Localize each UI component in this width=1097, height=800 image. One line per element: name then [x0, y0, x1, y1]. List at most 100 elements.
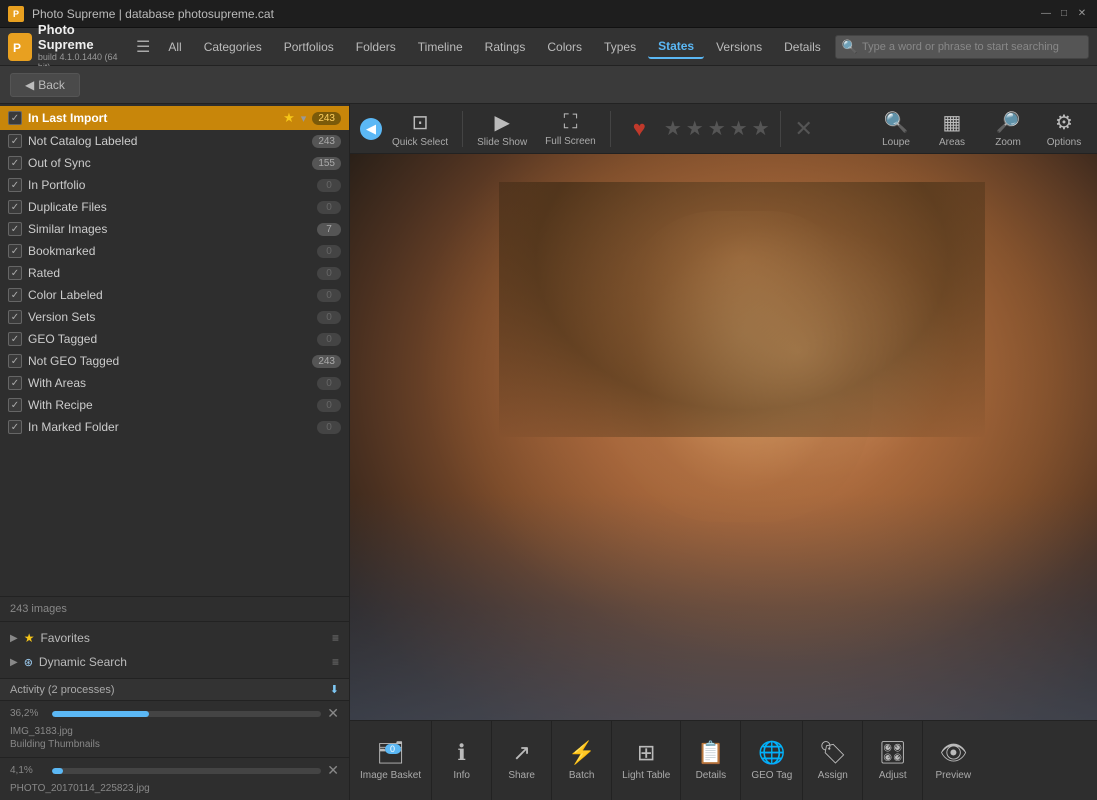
- light-table-button[interactable]: ⊞ Light Table: [612, 721, 681, 800]
- progress-close-2[interactable]: ✕: [327, 762, 339, 779]
- tab-timeline[interactable]: Timeline: [408, 36, 473, 58]
- state-item-not-geo-tagged[interactable]: Not GEO Tagged 243: [0, 350, 349, 372]
- state-item-in-marked-folder[interactable]: In Marked Folder 0: [0, 416, 349, 438]
- state-item-version-sets[interactable]: Version Sets 0: [0, 306, 349, 328]
- progress-section-2: 4,1% ✕ PHOTO_20170114_225823.jpg: [0, 757, 349, 800]
- maximize-button[interactable]: □: [1057, 7, 1071, 21]
- state-checkbox-with-areas[interactable]: [8, 376, 22, 390]
- state-item-geo-tagged[interactable]: GEO Tagged 0: [0, 328, 349, 350]
- tab-categories[interactable]: Categories: [194, 36, 272, 58]
- portrait-glow: [350, 154, 1097, 720]
- state-item-not-catalog-labeled[interactable]: Not Catalog Labeled 243: [0, 130, 349, 152]
- progress-close-1[interactable]: ✕: [327, 705, 339, 722]
- state-checkbox-version-sets[interactable]: [8, 310, 22, 324]
- minimize-button[interactable]: —: [1039, 7, 1053, 21]
- dynamic-search-menu-icon[interactable]: ≡: [332, 655, 339, 669]
- tab-ratings[interactable]: Ratings: [475, 36, 536, 58]
- zoom-icon: 🔎: [996, 110, 1021, 135]
- state-checkbox-in-portfolio[interactable]: [8, 178, 22, 192]
- state-checkbox-rated[interactable]: [8, 266, 22, 280]
- activity-bar: Activity (2 processes) ⬇: [0, 678, 349, 700]
- preview-button[interactable]: 👁 Preview: [923, 721, 983, 800]
- tab-colors[interactable]: Colors: [537, 36, 592, 58]
- state-checkbox-not-geo-tagged[interactable]: [8, 354, 22, 368]
- state-checkbox-not-catalog-labeled[interactable]: [8, 134, 22, 148]
- top-toolbar: ◀ ⊡ Quick Select ▶ Slide Show ⛶ Full Scr…: [350, 104, 1097, 154]
- states-list: In Last Import ★ ▾ 243 Not Catalog Label…: [0, 104, 349, 596]
- bottom-toolbar: 🗂 0 Image Basket ℹ Info ↗ Share: [350, 720, 1097, 800]
- assign-button[interactable]: 🏷 Assign: [803, 721, 863, 800]
- state-checkbox-out-of-sync[interactable]: [8, 156, 22, 170]
- options-button[interactable]: ⚙ Options: [1037, 106, 1091, 152]
- state-item-bookmarked[interactable]: Bookmarked 0: [0, 240, 349, 262]
- tab-folders[interactable]: Folders: [346, 36, 406, 58]
- state-checkbox-bookmarked[interactable]: [8, 244, 22, 258]
- state-checkbox-color-labeled[interactable]: [8, 288, 22, 302]
- state-item-duplicate-files[interactable]: Duplicate Files 0: [0, 196, 349, 218]
- tab-details[interactable]: Details: [774, 36, 831, 58]
- adjust-button[interactable]: 🎛 Adjust: [863, 721, 923, 800]
- search-input[interactable]: [862, 41, 1082, 53]
- loupe-button[interactable]: 🔍 Loupe: [869, 106, 923, 152]
- dynamic-search-label: Dynamic Search: [39, 655, 127, 669]
- state-checkbox-in-marked-folder[interactable]: [8, 420, 22, 434]
- details-button[interactable]: 📋 Details: [681, 721, 741, 800]
- sidebar-item-dynamic-search[interactable]: ▶ ⊛ Dynamic Search ≡: [0, 650, 349, 674]
- back-button[interactable]: ◀ Back: [10, 73, 80, 97]
- tab-versions[interactable]: Versions: [706, 36, 772, 58]
- main-row: In Last Import ★ ▾ 243 Not Catalog Label…: [0, 104, 1097, 800]
- share-button[interactable]: ↗ Share: [492, 721, 552, 800]
- areas-button[interactable]: ▦ Areas: [925, 106, 979, 152]
- state-item-with-recipe[interactable]: With Recipe 0: [0, 394, 349, 416]
- stars-row: ★ ★ ★ ★ ★: [664, 116, 770, 141]
- slide-show-button[interactable]: ▶ Slide Show: [469, 106, 535, 152]
- expand-arrow-icon: ▶: [10, 633, 18, 644]
- state-item-in-last-import[interactable]: In Last Import ★ ▾ 243: [0, 106, 349, 130]
- state-checkbox-in-last-import[interactable]: [8, 111, 22, 125]
- state-checkbox-geo-tagged[interactable]: [8, 332, 22, 346]
- geo-tag-button[interactable]: 🌐 GEO Tag: [741, 721, 803, 800]
- content-area: ◀ ⊡ Quick Select ▶ Slide Show ⛶ Full Scr…: [350, 104, 1097, 800]
- favorites-label: Favorites: [40, 631, 89, 645]
- image-basket-button[interactable]: 🗂 0 Image Basket: [350, 721, 432, 800]
- star-2[interactable]: ★: [686, 116, 704, 141]
- full-screen-button[interactable]: ⛶ Full Screen: [537, 107, 604, 151]
- favorites-menu-icon[interactable]: ≡: [332, 631, 339, 645]
- loupe-icon: 🔍: [884, 110, 909, 135]
- tab-portfolios[interactable]: Portfolios: [274, 36, 344, 58]
- state-item-in-portfolio[interactable]: In Portfolio 0: [0, 174, 349, 196]
- nav-arrow-left-button[interactable]: ◀: [360, 118, 382, 140]
- star-5[interactable]: ★: [752, 116, 770, 141]
- state-item-similar-images[interactable]: Similar Images 7: [0, 218, 349, 240]
- sidebar-item-favorites[interactable]: ▶ ★ Favorites ≡: [0, 626, 349, 650]
- heart-icon[interactable]: ♥: [633, 116, 646, 142]
- favorites-star-icon: ★: [24, 631, 35, 645]
- tab-states[interactable]: States: [648, 35, 704, 59]
- state-item-color-labeled[interactable]: Color Labeled 0: [0, 284, 349, 306]
- logo-area: P Photo Supreme build 4.1.0.1440 (64 bit…: [8, 22, 120, 72]
- state-item-rated[interactable]: Rated 0: [0, 262, 349, 284]
- info-button[interactable]: ℹ Info: [432, 721, 492, 800]
- zoom-button[interactable]: 🔎 Zoom: [981, 106, 1035, 152]
- reject-icon[interactable]: ✕: [787, 116, 821, 142]
- slide-show-icon: ▶: [494, 110, 509, 135]
- tab-types[interactable]: Types: [594, 36, 646, 58]
- header: P Photo Supreme build 4.1.0.1440 (64 bit…: [0, 28, 1097, 66]
- state-item-out-of-sync[interactable]: Out of Sync 155: [0, 152, 349, 174]
- geo-tag-icon: 🌐: [758, 740, 785, 766]
- state-checkbox-duplicate-files[interactable]: [8, 200, 22, 214]
- star-4[interactable]: ★: [730, 116, 748, 141]
- assign-icon: 🏷: [819, 740, 847, 766]
- quick-select-button[interactable]: ⊡ Quick Select: [384, 106, 456, 152]
- close-button[interactable]: ✕: [1075, 7, 1089, 21]
- state-checkbox-with-recipe[interactable]: [8, 398, 22, 412]
- options-icon: ⚙: [1055, 110, 1073, 135]
- tab-all[interactable]: All: [158, 36, 191, 58]
- star-1[interactable]: ★: [664, 116, 682, 141]
- state-item-with-areas[interactable]: With Areas 0: [0, 372, 349, 394]
- toolbar-separator-2: [610, 111, 611, 147]
- batch-button[interactable]: ⚡ Batch: [552, 721, 612, 800]
- hamburger-button[interactable]: ☰: [132, 33, 154, 61]
- star-3[interactable]: ★: [708, 116, 726, 141]
- state-checkbox-similar-images[interactable]: [8, 222, 22, 236]
